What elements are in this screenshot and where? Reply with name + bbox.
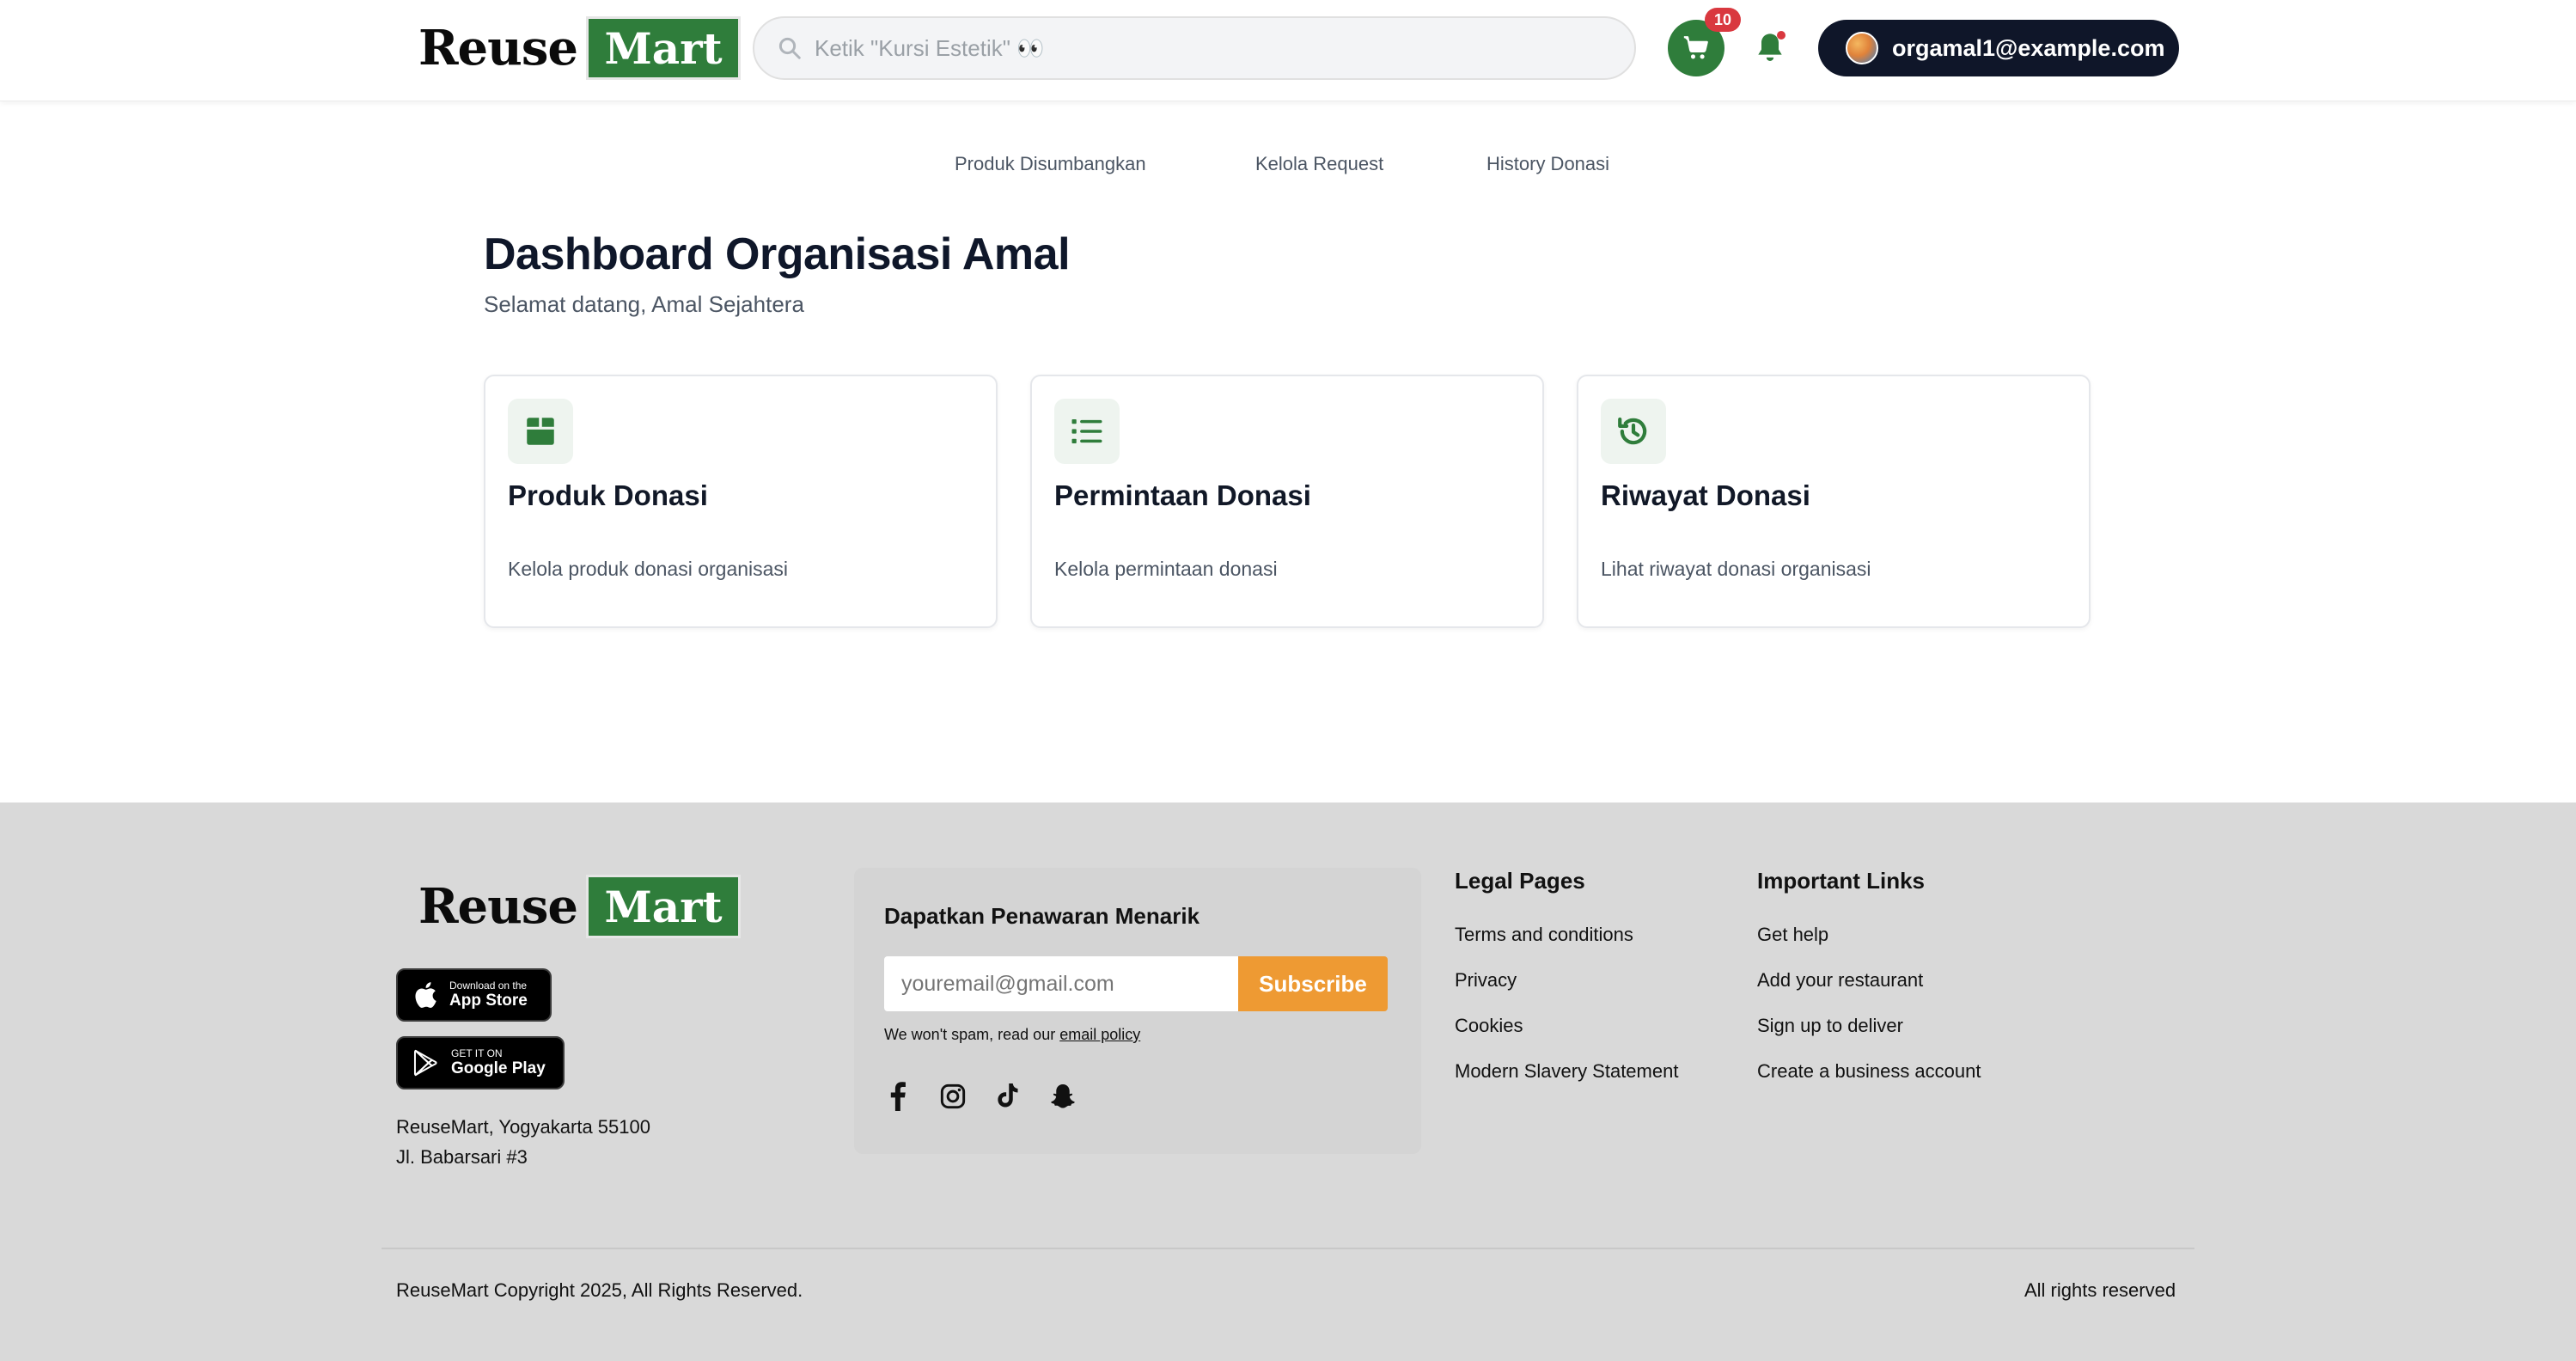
- newsletter-note-text: We won't spam, read our: [884, 1026, 1056, 1043]
- link-add-restaurant[interactable]: Add your restaurant: [1757, 969, 1923, 992]
- tiktok-icon[interactable]: [992, 1081, 1023, 1112]
- notification-dot: [1777, 31, 1785, 40]
- link-modern-slavery[interactable]: Modern Slavery Statement: [1455, 1060, 1678, 1083]
- card-title: Produk Donasi: [508, 479, 708, 511]
- app-store-small-text: Download on the: [449, 980, 528, 992]
- google-play-big-text: Google Play: [451, 1059, 546, 1077]
- important-links-title: Important Links: [1757, 868, 1926, 894]
- cart-icon: [1683, 36, 1708, 59]
- user-email: orgamal1@example.com: [1892, 34, 2165, 61]
- card-produk-donasi[interactable]: Produk Donasi Kelola produk donasi organ…: [484, 375, 998, 628]
- link-get-help[interactable]: Get help: [1757, 924, 1828, 946]
- card-icon-wrapper: [1054, 399, 1120, 464]
- link-sign-up-deliver[interactable]: Sign up to deliver: [1757, 1015, 1903, 1037]
- footer-logo[interactable]: Reuse Mart: [418, 875, 742, 938]
- facebook-icon[interactable]: [882, 1081, 913, 1112]
- newsletter-title: Dapatkan Penawaran Menarik: [884, 903, 1200, 929]
- nav-produk-disumbangkan[interactable]: Produk Disumbangkan: [955, 153, 1146, 175]
- logo-mart-text: Mart: [586, 16, 742, 80]
- app-store-button[interactable]: Download on the App Store: [396, 968, 552, 1022]
- app-store-big-text: App Store: [449, 992, 528, 1010]
- list-icon: [1071, 419, 1102, 443]
- newsletter-email-input[interactable]: [884, 956, 1238, 1011]
- nav-history-donasi[interactable]: History Donasi: [1486, 153, 1609, 175]
- subscribe-button[interactable]: Subscribe: [1238, 956, 1388, 1011]
- card-description: Lihat riwayat donasi organisasi: [1601, 558, 1871, 580]
- newsletter-note: We won't spam, read our email policy: [884, 1026, 1140, 1044]
- instagram-icon[interactable]: [937, 1081, 968, 1112]
- top-header: Reuse Mart 10 orgamal1@example.com: [0, 0, 2576, 101]
- instagram-icon: [940, 1083, 966, 1109]
- email-policy-link[interactable]: email policy: [1059, 1026, 1140, 1043]
- snapchat-icon[interactable]: [1047, 1081, 1078, 1112]
- search-input[interactable]: [815, 34, 1588, 62]
- legal-pages-title: Legal Pages: [1455, 868, 1585, 894]
- address-line-2: Jl. Babarsari #3: [396, 1146, 528, 1168]
- all-rights-text: All rights reserved: [2024, 1279, 2176, 1301]
- footer-divider: [382, 1248, 2194, 1249]
- user-menu-button[interactable]: orgamal1@example.com: [1818, 20, 2179, 76]
- google-play-icon: [413, 1049, 437, 1077]
- link-terms[interactable]: Terms and conditions: [1455, 924, 1633, 946]
- cart-count-badge: 10: [1705, 8, 1741, 32]
- logo-mart-text: Mart: [586, 875, 742, 938]
- avatar: [1846, 32, 1878, 64]
- logo-reuse-text: Reuse: [418, 878, 578, 935]
- google-play-small-text: GET IT ON: [451, 1047, 503, 1059]
- link-privacy[interactable]: Privacy: [1455, 969, 1517, 992]
- card-description: Kelola produk donasi organisasi: [508, 558, 789, 580]
- search-bar[interactable]: [753, 16, 1636, 80]
- facebook-icon: [890, 1082, 906, 1111]
- search-icon: [778, 37, 801, 59]
- header-logo[interactable]: Reuse Mart: [418, 16, 742, 80]
- address-line-1: ReuseMart, Yogyakarta 55100: [396, 1116, 650, 1138]
- link-create-business[interactable]: Create a business account: [1757, 1060, 1981, 1083]
- google-play-button[interactable]: GET IT ON Google Play: [396, 1036, 565, 1089]
- tiktok-icon: [998, 1083, 1018, 1108]
- apple-icon: [415, 982, 436, 1008]
- link-cookies[interactable]: Cookies: [1455, 1015, 1523, 1037]
- card-title: Riwayat Donasi: [1601, 479, 1810, 511]
- copyright-text: ReuseMart Copyright 2025, All Rights Res…: [396, 1279, 803, 1301]
- card-permintaan-donasi[interactable]: Permintaan Donasi Kelola permintaan dona…: [1030, 375, 1544, 628]
- card-title: Permintaan Donasi: [1054, 479, 1311, 511]
- nav-kelola-request[interactable]: Kelola Request: [1255, 153, 1383, 175]
- box-icon: [527, 418, 554, 445]
- page-title: Dashboard Organisasi Amal: [484, 229, 1071, 279]
- welcome-text: Selamat datang, Amal Sejahtera: [484, 291, 804, 317]
- card-riwayat-donasi[interactable]: Riwayat Donasi Lihat riwayat donasi orga…: [1577, 375, 2091, 628]
- history-icon: [1618, 417, 1647, 445]
- logo-reuse-text: Reuse: [418, 20, 578, 76]
- card-icon-wrapper: [1601, 399, 1666, 464]
- snapchat-icon: [1051, 1084, 1075, 1108]
- card-description: Kelola permintaan donasi: [1054, 558, 1278, 580]
- card-icon-wrapper: [508, 399, 573, 464]
